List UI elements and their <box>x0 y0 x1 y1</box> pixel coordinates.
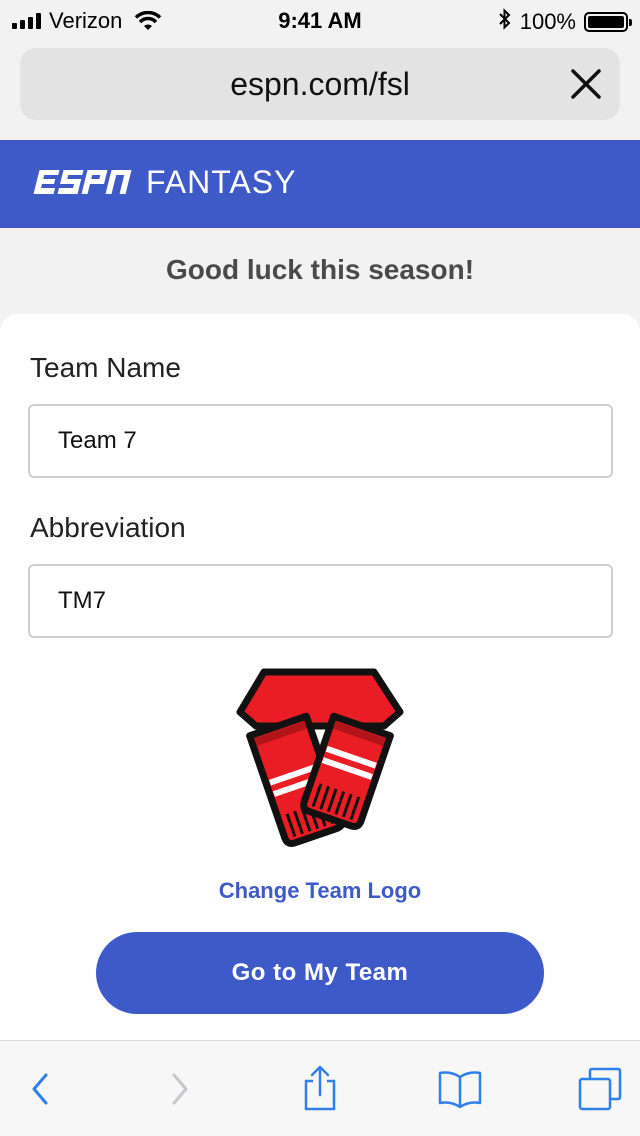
close-icon[interactable] <box>568 66 604 102</box>
back-button[interactable] <box>16 1065 64 1113</box>
url-text[interactable]: espn.com/fsl <box>20 66 620 103</box>
greeting-heading: Good luck this season! <box>165 254 475 285</box>
team-name-field[interactable] <box>28 404 613 478</box>
abbreviation-input[interactable] <box>58 566 598 636</box>
battery-percentage: 100% <box>519 9 576 34</box>
espn-logo[interactable] <box>32 168 132 198</box>
espn-fantasy-header: FANTASY <box>0 140 640 228</box>
address-bar[interactable]: espn.com/fsl <box>20 48 620 120</box>
bookmarks-icon[interactable] <box>437 1069 483 1109</box>
battery-icon <box>584 12 632 32</box>
abbreviation-label: Abbreviation <box>30 512 186 543</box>
fantasy-wordmark: FANTASY <box>146 164 297 200</box>
team-name-label: Team Name <box>30 352 181 383</box>
change-team-logo-link[interactable]: Change Team Logo <box>0 878 640 904</box>
share-icon[interactable] <box>300 1065 340 1113</box>
tabs-button[interactable] <box>576 1065 624 1113</box>
forward-button[interactable] <box>156 1065 204 1113</box>
browser-toolbar <box>0 1040 640 1136</box>
team-name-input[interactable] <box>58 406 598 476</box>
bluetooth-icon <box>498 8 512 36</box>
status-bar: Verizon 9:41 AM 100% <box>0 0 640 40</box>
bookmarks-button[interactable] <box>436 1065 484 1113</box>
tabs-icon[interactable] <box>578 1067 622 1111</box>
abbreviation-field[interactable] <box>28 564 613 638</box>
scarf-icon[interactable] <box>234 666 406 852</box>
share-button[interactable] <box>296 1065 344 1113</box>
back-icon[interactable] <box>28 1071 52 1107</box>
go-to-my-team-button[interactable]: Go to My Team <box>96 932 544 1014</box>
forward-icon[interactable] <box>168 1071 192 1107</box>
